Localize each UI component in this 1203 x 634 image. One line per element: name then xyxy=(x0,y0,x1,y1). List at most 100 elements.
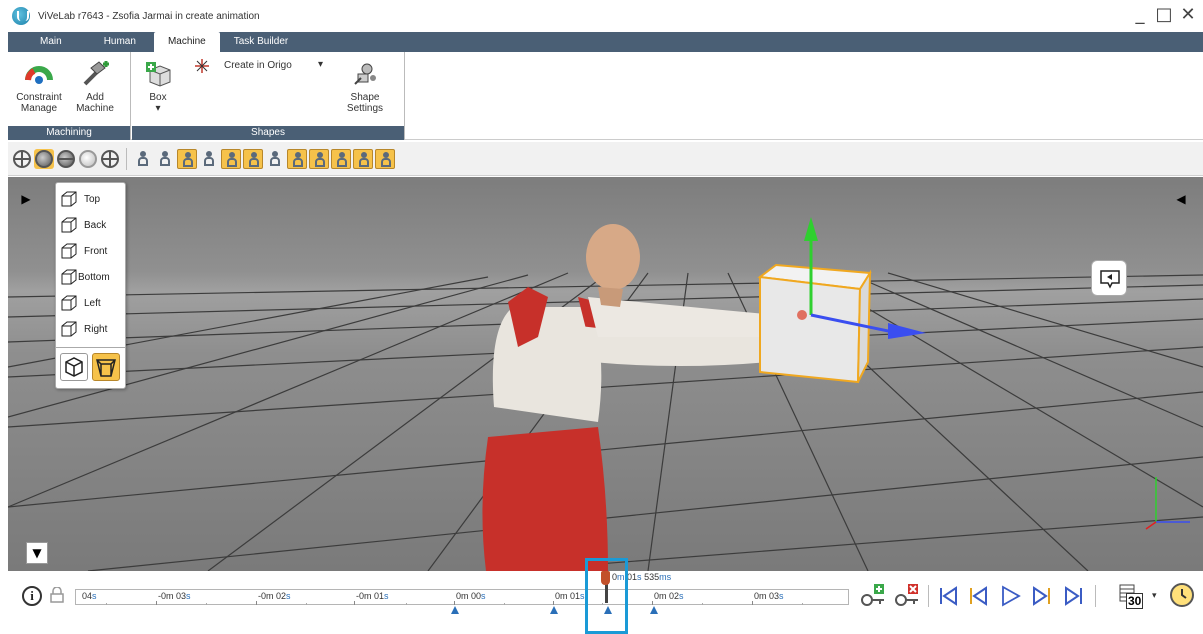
projection-buttons xyxy=(60,353,122,383)
human-visible-icon[interactable] xyxy=(177,148,197,169)
view-back-label: Back xyxy=(84,219,107,231)
constraint-manage-button[interactable]: Constraint Manage xyxy=(14,60,64,114)
view-back-button[interactable]: Back xyxy=(60,214,124,236)
minimize-button[interactable]: _ xyxy=(1131,4,1149,26)
add-machine-label: Add Machine xyxy=(76,92,114,114)
expand-bottom-panel-button[interactable]: ▼ xyxy=(26,542,48,564)
remove-keyframe-button[interactable] xyxy=(894,584,918,608)
3d-viewport[interactable]: ▶ ◀ ▼ Top Back Front Bottom Left Right xyxy=(8,177,1203,571)
fps-dropdown-arrow[interactable]: ▾ xyxy=(1152,590,1157,601)
view-right-label: Right xyxy=(84,323,108,335)
gauge-icon xyxy=(25,60,53,88)
app-window: ViVeLab r7643 - Zsofia Jarmai in create … xyxy=(0,0,1203,634)
tab-main[interactable]: Main xyxy=(8,32,90,52)
shapes-group-label: Shapes xyxy=(132,126,404,140)
timeline-divider xyxy=(928,585,929,607)
step-forward-icon xyxy=(1033,586,1050,606)
orthographic-cube-icon xyxy=(96,359,116,377)
vivelab-logo-icon xyxy=(12,7,30,25)
box-label: Box xyxy=(149,92,167,103)
machining-group-label: Machining xyxy=(8,126,130,140)
human-reach-icon[interactable] xyxy=(309,148,329,169)
move-tool-icon[interactable] xyxy=(155,149,175,169)
fps-selector[interactable]: 30 xyxy=(1118,583,1144,611)
tab-machine[interactable]: Machine xyxy=(153,32,220,52)
human-view-icon[interactable] xyxy=(331,148,351,169)
ribbon: Constraint Manage Add Machine Machining xyxy=(8,52,1203,140)
human-skeleton-icon[interactable] xyxy=(265,149,285,169)
create-in-origo-label: Create in Origo xyxy=(224,60,292,71)
grid-circle-icon[interactable] xyxy=(12,149,32,169)
select-tool-icon[interactable] xyxy=(133,149,153,169)
keyframe-marker[interactable] xyxy=(650,606,658,614)
human-outline-icon[interactable] xyxy=(199,149,219,169)
view-bottom-button[interactable]: Bottom xyxy=(60,266,124,288)
speech-bubble-icon xyxy=(1100,270,1120,289)
light-sphere-icon[interactable] xyxy=(78,149,98,169)
human-grid-icon[interactable] xyxy=(353,148,373,169)
tick-label: -0m 02s xyxy=(258,591,291,601)
tick-label: 0m 02s xyxy=(654,591,684,601)
play-button[interactable] xyxy=(998,584,1022,608)
human-skin-icon[interactable] xyxy=(221,148,241,169)
axis-circle-icon[interactable] xyxy=(100,149,120,169)
comment-bubble-button[interactable] xyxy=(1091,260,1127,296)
skip-end-icon xyxy=(1065,586,1082,606)
close-button[interactable]: ✕ xyxy=(1179,4,1197,26)
cube-right-icon xyxy=(60,320,78,338)
keyframe-marker[interactable] xyxy=(451,606,459,614)
perspective-projection-button[interactable] xyxy=(60,353,88,381)
window-title: ViVeLab r7643 - Zsofia Jarmai in create … xyxy=(38,10,260,22)
expand-right-panel-button[interactable]: ◀ xyxy=(1171,189,1191,209)
tab-task-builder[interactable]: Task Builder xyxy=(220,32,302,52)
previous-key-button[interactable] xyxy=(966,584,990,608)
wire-sphere-icon[interactable] xyxy=(56,149,76,169)
go-to-end-button[interactable] xyxy=(1062,584,1086,608)
next-key-button[interactable] xyxy=(1030,584,1054,608)
view-toolbar xyxy=(8,142,1203,176)
ribbon-group-shapes: Box ▾ Create in Origo ▾ Shape Settings S… xyxy=(132,52,405,140)
view-right-button[interactable]: Right xyxy=(60,318,124,340)
orthographic-projection-button[interactable] xyxy=(92,353,120,381)
human-settings-icon[interactable] xyxy=(375,148,395,169)
play-icon xyxy=(1002,585,1021,607)
constraint-manage-label: Constraint Manage xyxy=(16,92,62,114)
shape-settings-label: Shape Settings xyxy=(346,92,384,114)
view-orientation-panel: Top Back Front Bottom Left Right xyxy=(55,182,126,389)
view-top-button[interactable]: Top xyxy=(60,188,124,210)
tab-human[interactable]: Human xyxy=(90,32,154,52)
maximize-button[interactable]: □ xyxy=(1155,4,1173,26)
hammer-add-icon xyxy=(81,60,109,88)
go-to-start-button[interactable] xyxy=(936,584,960,608)
add-machine-button[interactable]: Add Machine xyxy=(70,60,120,114)
ribbon-group-machining: Constraint Manage Add Machine Machining xyxy=(8,52,131,140)
expand-left-panel-button[interactable]: ▶ xyxy=(16,189,36,209)
window-controls: _ □ ✕ xyxy=(1131,4,1197,26)
cube-top-icon xyxy=(60,190,78,208)
view-front-button[interactable]: Front xyxy=(60,240,124,262)
solid-sphere-icon[interactable] xyxy=(34,148,54,169)
box-dropdown-arrow[interactable]: ▾ xyxy=(140,103,176,114)
playhead-handle[interactable] xyxy=(601,571,610,585)
human-mesh-icon[interactable] xyxy=(243,148,263,169)
view-left-button[interactable]: Left xyxy=(60,292,124,314)
cube-left-icon xyxy=(60,294,78,312)
title-bar: ViVeLab r7643 - Zsofia Jarmai in create … xyxy=(0,0,1203,32)
view-left-label: Left xyxy=(84,297,101,309)
shape-settings-icon xyxy=(351,60,379,88)
human-joints-icon[interactable] xyxy=(287,148,307,169)
clock-icon[interactable] xyxy=(1170,583,1194,607)
origin-star-icon xyxy=(194,58,210,77)
timeline-track[interactable]: 04s -0m 03s -0m 02s -0m 01s 0m 00s 0m 01… xyxy=(75,589,849,605)
shape-settings-button[interactable]: Shape Settings xyxy=(340,60,390,114)
keyframe-marker[interactable] xyxy=(550,606,558,614)
keyframe-marker[interactable] xyxy=(604,606,612,614)
info-icon[interactable]: i xyxy=(22,586,42,606)
timeline-bar: i 04s -0m 03s -0m 02s -0m 01s 0m 00s 0m … xyxy=(0,571,1203,634)
view-front-label: Front xyxy=(84,245,108,257)
create-in-origo-arrow: ▾ xyxy=(318,59,324,70)
add-keyframe-button[interactable] xyxy=(860,584,884,608)
box-button[interactable]: Box ▾ xyxy=(140,60,176,114)
lock-icon[interactable] xyxy=(50,586,64,603)
tick-label: 0m 01s xyxy=(555,591,585,601)
